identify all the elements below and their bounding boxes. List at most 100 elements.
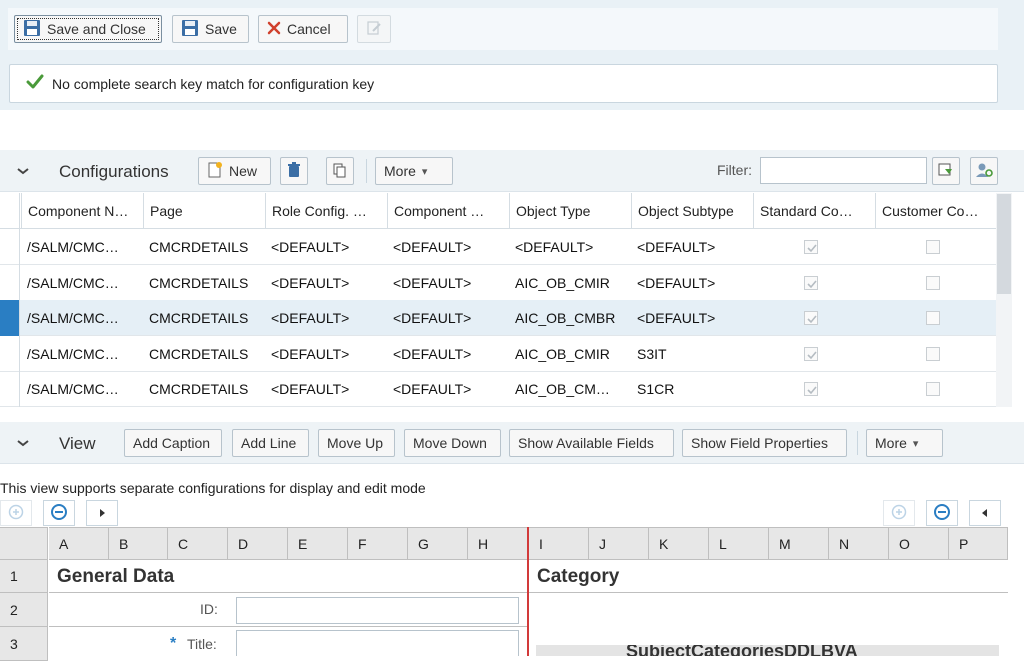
table-scrollbar-thumb[interactable]: [997, 194, 1011, 294]
show-field-properties-button[interactable]: Show Field Properties: [682, 429, 847, 457]
row-selector[interactable]: [0, 371, 20, 408]
delete-button[interactable]: [280, 157, 308, 185]
column-header[interactable]: Standard Co…: [753, 193, 875, 229]
checkmark-icon: [26, 74, 44, 93]
chevron-down-icon[interactable]: [16, 436, 30, 450]
zoom-in-button[interactable]: [0, 500, 32, 526]
column-header[interactable]: Component …: [387, 193, 509, 229]
sheet-column-header[interactable]: B: [109, 527, 168, 560]
column-header[interactable]: Object Subtype: [631, 193, 753, 229]
customer-config-checkbox[interactable]: [926, 275, 940, 290]
zoom-in-right-button[interactable]: [883, 500, 915, 526]
add-line-button[interactable]: Add Line: [232, 429, 309, 457]
sheet-column-header[interactable]: C: [168, 527, 228, 560]
table-cell: CMCRDETAILS: [149, 381, 249, 398]
move-up-label: Move Up: [327, 435, 384, 451]
sheet-column-header[interactable]: J: [589, 527, 649, 560]
move-up-button[interactable]: Move Up: [318, 429, 395, 457]
sheet-column-header[interactable]: P: [949, 527, 1008, 560]
configurations-title: Configurations: [59, 162, 169, 181]
column-header[interactable]: Object Type: [509, 193, 631, 229]
add-line-label: Add Line: [241, 435, 297, 451]
title-field[interactable]: [236, 630, 519, 656]
select-all-cell[interactable]: [0, 193, 20, 229]
cancel-label: Cancel: [287, 21, 331, 37]
customer-config-checkbox[interactable]: [926, 240, 940, 254]
required-marker: *: [170, 635, 177, 652]
edit-button[interactable]: [357, 15, 391, 43]
id-field[interactable]: [236, 597, 519, 624]
standard-config-checkbox[interactable]: [804, 311, 818, 326]
view-more-button[interactable]: More ▾: [866, 429, 943, 457]
sheet-column-header[interactable]: L: [709, 527, 769, 560]
sheet-column-header[interactable]: I: [529, 527, 589, 560]
expand-right-button[interactable]: [86, 500, 118, 526]
table-cell: <DEFAULT>: [271, 239, 350, 255]
table-cell: <DEFAULT>: [271, 310, 350, 327]
category-field-block[interactable]: SubjectCategoriesDDLBVA: [536, 645, 999, 656]
filter-input[interactable]: [760, 157, 927, 184]
sheet-column-header[interactable]: H: [468, 527, 529, 560]
spacer: [0, 110, 1024, 150]
move-down-button[interactable]: Move Down: [404, 429, 501, 457]
sheet-column-header[interactable]: O: [889, 527, 949, 560]
sheet-column-header[interactable]: M: [769, 527, 829, 560]
table-row[interactable]: /SALM/CMC… CMCRDETAILS <DEFAULT> <DEFAULT> A…: [0, 264, 996, 301]
sheet-column-header[interactable]: D: [228, 527, 288, 560]
column-header[interactable]: Component N…: [21, 193, 143, 229]
table-cell: <DEFAULT>: [637, 239, 716, 255]
zoom-out-right-button[interactable]: [926, 500, 958, 526]
table-cell: <DEFAULT>: [271, 381, 350, 398]
sheet-column-header[interactable]: A: [49, 527, 109, 560]
table-row[interactable]: /SALM/CMC… CMCRDETAILS <DEFAULT> <DEFAULT> A…: [0, 371, 996, 408]
table-cell: <DEFAULT>: [393, 274, 472, 291]
customer-config-checkbox[interactable]: [926, 346, 940, 361]
copy-button[interactable]: [326, 157, 354, 185]
add-caption-button[interactable]: Add Caption: [124, 429, 222, 457]
row-selector[interactable]: [0, 264, 20, 301]
table-row[interactable]: /SALM/CMC… CMCRDETAILS <DEFAULT> <DEFAULT> A…: [0, 335, 996, 372]
table-cell: <DEFAULT>: [271, 345, 350, 362]
row-selector[interactable]: [0, 300, 20, 337]
standard-config-checkbox[interactable]: [804, 275, 818, 290]
table-cell: /SALM/CMC…: [27, 239, 119, 255]
sheet-column-header[interactable]: K: [649, 527, 709, 560]
save-button[interactable]: Save: [172, 15, 249, 43]
column-header[interactable]: Page: [143, 193, 265, 229]
customer-config-checkbox[interactable]: [926, 382, 940, 397]
zoom-out-button[interactable]: [43, 500, 75, 526]
new-button[interactable]: New: [198, 157, 271, 185]
row-selector[interactable]: [0, 335, 20, 372]
sheet-column-header[interactable]: N: [829, 527, 889, 560]
checkmark-icon: [807, 280, 817, 288]
table-cell: /SALM/CMC…: [27, 345, 119, 362]
chevron-down-icon[interactable]: [16, 164, 30, 178]
category-caption-cell[interactable]: Category: [529, 560, 1008, 593]
cancel-button[interactable]: Cancel: [258, 15, 348, 43]
sheet-column-header[interactable]: G: [408, 527, 468, 560]
personalize-button[interactable]: [970, 157, 998, 185]
checkmark-icon: [807, 351, 817, 359]
table-row[interactable]: /SALM/CMC… CMCRDETAILS <DEFAULT> <DEFAULT> <…: [0, 229, 996, 265]
collapse-left-button[interactable]: [969, 500, 1001, 526]
show-fields-label: Show Available Fields: [518, 435, 654, 451]
standard-config-checkbox[interactable]: [804, 240, 818, 254]
column-header[interactable]: Role Config. …: [265, 193, 387, 229]
column-header[interactable]: Customer Co…: [875, 193, 996, 229]
sheet-column-header[interactable]: E: [288, 527, 348, 560]
save-and-close-button[interactable]: Save and Close: [14, 15, 162, 43]
save-label: Save: [205, 21, 237, 37]
show-available-fields-button[interactable]: Show Available Fields: [509, 429, 674, 457]
table-cell: CMCRDETAILS: [149, 310, 249, 327]
more-button[interactable]: More ▾: [375, 157, 453, 185]
customer-config-checkbox[interactable]: [926, 311, 940, 326]
menu-down-icon: ▾: [421, 165, 428, 178]
filter-apply-button[interactable]: [932, 157, 960, 185]
sheet-column-header[interactable]: F: [348, 527, 408, 560]
table-row[interactable]: /SALM/CMC… CMCRDETAILS <DEFAULT> <DEFAULT> A…: [0, 300, 996, 337]
row-selector[interactable]: [0, 229, 20, 265]
standard-config-checkbox[interactable]: [804, 382, 818, 397]
standard-config-checkbox[interactable]: [804, 346, 818, 361]
user-settings-icon: [975, 161, 993, 182]
general-data-caption-cell[interactable]: General Data: [49, 560, 527, 593]
